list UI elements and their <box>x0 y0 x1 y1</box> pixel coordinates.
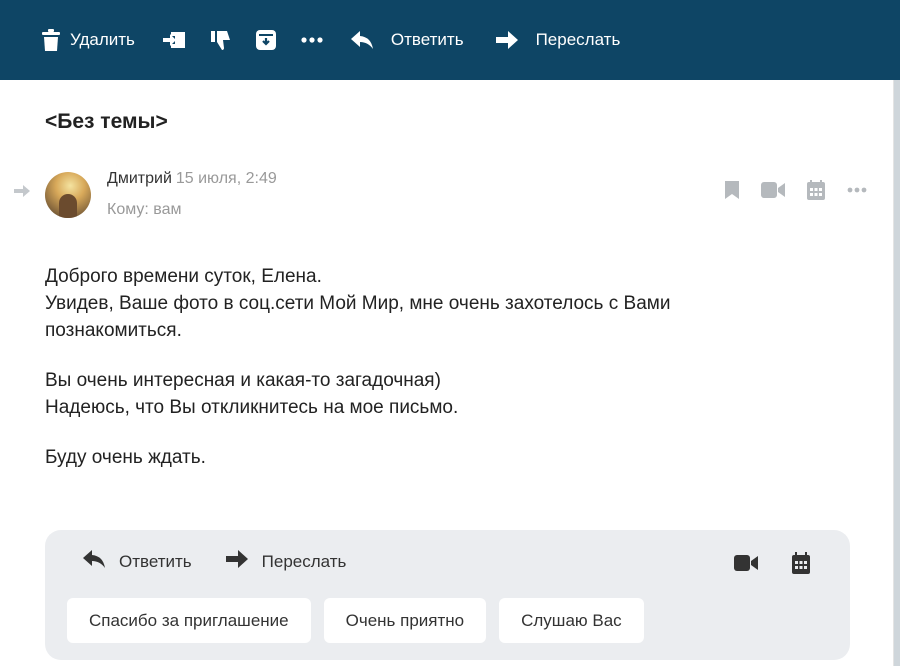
message-subject: <Без темы> <box>45 110 168 133</box>
scroll-edge <box>894 80 900 666</box>
body-line: Буду очень ждать. <box>45 447 206 468</box>
sender-name[interactable]: Дмитрий <box>107 170 172 187</box>
forward-icon <box>225 550 248 573</box>
quick-forward-label: Переслать <box>261 551 347 571</box>
archive-icon <box>255 30 276 50</box>
reply-icon <box>83 550 105 573</box>
smart-reply-chip[interactable]: Очень приятно <box>323 598 487 643</box>
forward-label: Переслать <box>535 30 621 49</box>
toolbar: Удалить Ответить Переслать <box>0 0 900 80</box>
message-body: Доброго времени суток, Елена. Увидев, Ва… <box>45 263 845 471</box>
dislike-icon <box>210 29 231 51</box>
quick-forward-button[interactable]: Переслать <box>225 550 347 573</box>
quick-reply-button[interactable]: Ответить <box>83 550 192 573</box>
forward-icon <box>495 31 518 49</box>
calendar-icon[interactable] <box>792 552 810 574</box>
quick-reply-actions: Ответить Переслать <box>83 550 380 573</box>
more-actions-icon[interactable] <box>847 187 867 193</box>
more-icon <box>301 37 323 43</box>
spam-button[interactable] <box>210 20 231 60</box>
move-button[interactable] <box>162 20 187 60</box>
smart-reply-chip[interactable]: Слушаю Вас <box>499 598 644 643</box>
video-call-icon[interactable] <box>761 182 785 198</box>
quick-reply-panel: Ответить Переслать Спасибо за приглашени… <box>45 530 850 660</box>
smart-reply-chip[interactable]: Спасибо за приглашение <box>67 598 311 643</box>
sender-line: Дмитрий 15 июля, 2:49 <box>107 170 277 188</box>
body-line: познакомиться. <box>45 320 182 341</box>
video-call-icon[interactable] <box>734 555 758 571</box>
reply-button[interactable]: Ответить <box>350 20 464 60</box>
more-button[interactable] <box>301 20 323 60</box>
reply-icon <box>350 31 373 49</box>
quick-extra-actions <box>700 552 810 574</box>
trash-icon <box>42 29 60 51</box>
recipient-line[interactable]: Кому: вам <box>107 201 182 219</box>
message-panel: <Без темы> Дмитрий 15 июля, 2:49 Кому: ва… <box>0 80 894 666</box>
message-date: 15 июля, 2:49 <box>175 170 277 187</box>
bookmark-icon[interactable] <box>725 181 739 199</box>
collapse-arrow-icon[interactable] <box>14 184 30 202</box>
reply-label: Ответить <box>390 30 464 49</box>
body-line: Увидев, Ваше фото в соц.сети Мой Мир, мн… <box>45 293 671 314</box>
archive-button[interactable] <box>255 20 276 60</box>
smart-reply-suggestions: Спасибо за приглашение Очень приятно Слу… <box>67 598 657 643</box>
calendar-icon[interactable] <box>807 180 825 200</box>
body-line: Доброго времени суток, Елена. <box>45 266 322 287</box>
delete-button[interactable]: Удалить <box>42 20 135 60</box>
delete-label: Удалить <box>70 30 135 49</box>
avatar[interactable] <box>45 172 91 218</box>
body-line: Вы очень интересная и какая-то загадочна… <box>45 370 441 391</box>
quick-reply-label: Ответить <box>119 551 192 571</box>
message-actions <box>703 180 867 200</box>
body-line: Надеюсь, что Вы откликнитесь на мое пись… <box>45 397 459 418</box>
forward-button[interactable]: Переслать <box>495 20 621 60</box>
move-to-folder-icon <box>162 30 187 50</box>
